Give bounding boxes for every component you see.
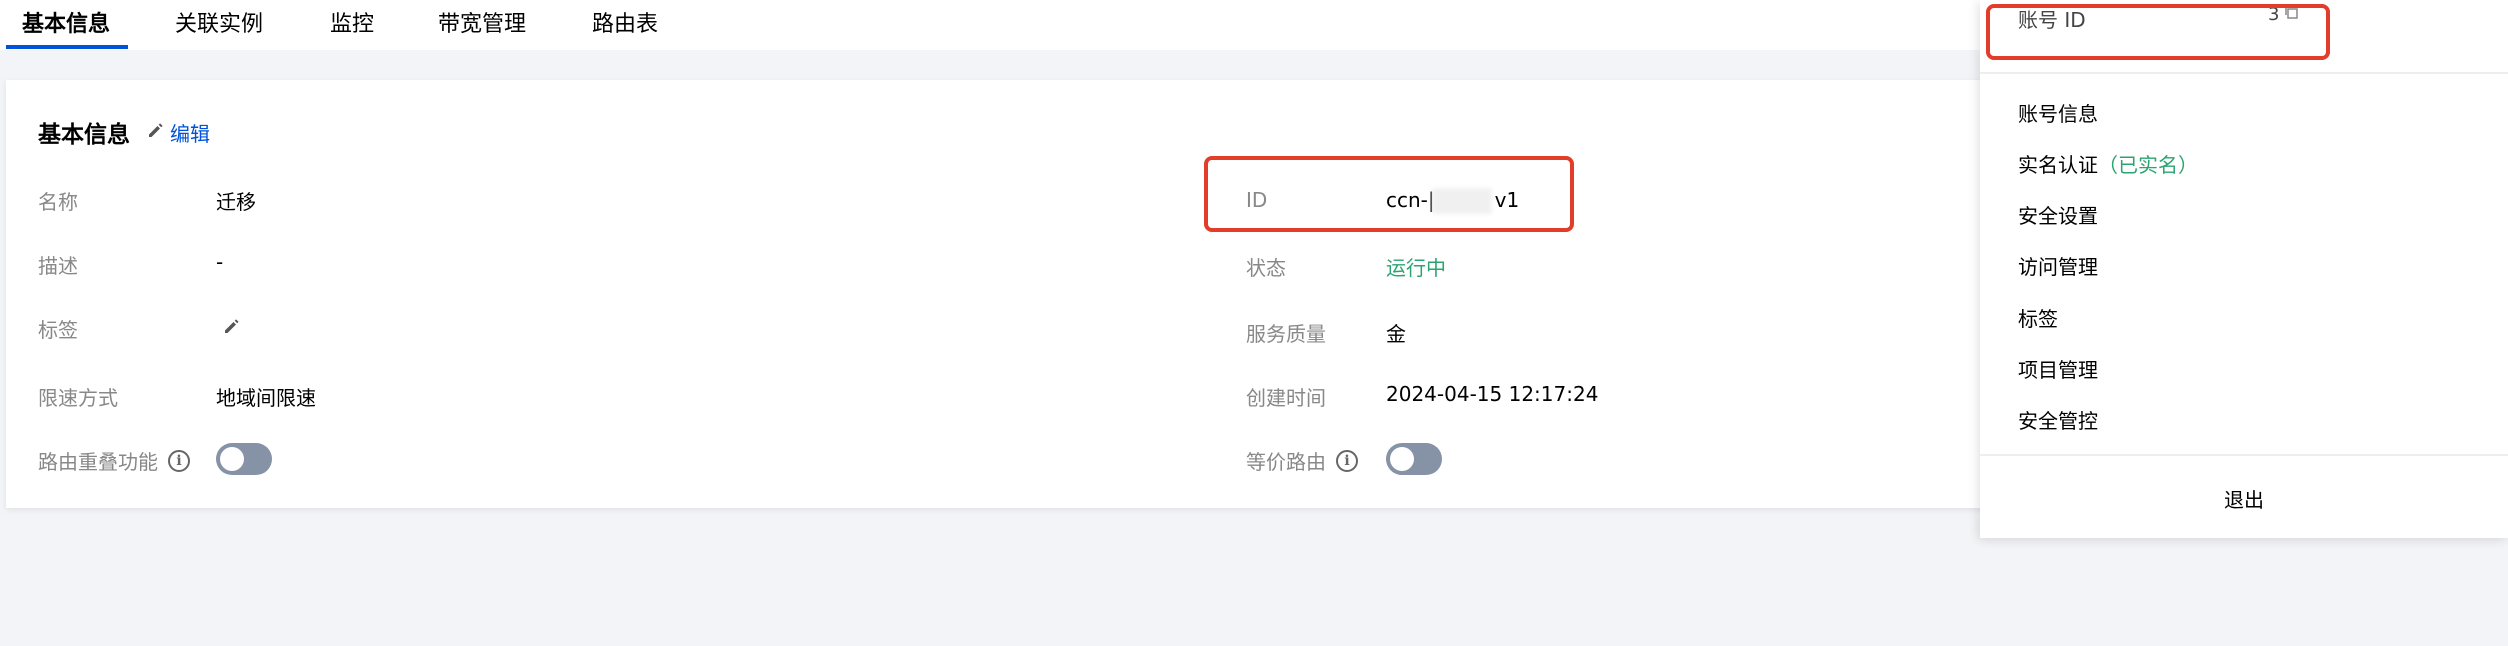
name-label: 名称 [38,190,78,214]
edit-label: 编辑 [170,121,210,146]
name-value: 迁移 [216,190,256,214]
tag-edit-icon[interactable] [222,316,242,340]
account-id-highlight-box [1986,4,2330,60]
pencil-icon [146,120,166,145]
basic-info-card [6,80,2066,508]
account-dropdown: 账号 ID 3 账号信息 实名认证（已实名） 安全设置 访问管理 标签 项目管理… [1980,0,2508,538]
created-time-value: 2024-04-15 12:17:24 [1386,382,1599,406]
qos-value: 金 [1386,322,1406,346]
real-name-label: 实名认证 [2018,153,2098,177]
menu-item-tags[interactable]: 标签 [2018,303,2058,332]
info-icon[interactable]: i [168,449,190,472]
rate-limit-label: 限速方式 [38,386,118,410]
tab-monitoring[interactable]: 监控 [330,0,374,48]
tab-route-table[interactable]: 路由表 [592,0,658,48]
route-overlap-toggle[interactable] [216,443,272,475]
dropdown-divider [1980,72,2508,74]
menu-item-security-control[interactable]: 安全管控 [2018,405,2098,434]
active-tab-indicator [6,45,128,49]
created-time-label: 创建时间 [1246,386,1326,410]
menu-item-security-settings[interactable]: 安全设置 [2018,200,2098,229]
status-value: 运行中 [1386,256,1446,280]
tab-basic-info[interactable]: 基本信息 [22,0,110,48]
menu-item-real-name[interactable]: 实名认证（已实名） [2018,149,2198,178]
toggle-knob [1390,447,1414,471]
ecmp-label: 等价路由 i [1246,446,1358,475]
description-label: 描述 [38,254,78,278]
ecmp-toggle[interactable] [1386,443,1442,475]
description-value: - [216,250,224,274]
id-highlight-box [1204,156,1574,232]
tab-bandwidth-management[interactable]: 带宽管理 [438,0,526,48]
ecmp-text: 等价路由 [1246,450,1326,474]
menu-item-project-management[interactable]: 项目管理 [2018,354,2098,383]
route-overlap-text: 路由重叠功能 [38,450,158,474]
route-overlap-label: 路由重叠功能 i [38,446,190,475]
verified-badge: （已实名） [2098,153,2198,177]
menu-item-access-management[interactable]: 访问管理 [2018,251,2098,280]
qos-label: 服务质量 [1246,322,1326,346]
tab-associated-instances[interactable]: 关联实例 [175,0,263,48]
rate-limit-value: 地域间限速 [216,386,316,410]
edit-button[interactable]: 编辑 [146,118,210,146]
info-icon[interactable]: i [1336,449,1358,472]
dropdown-divider [1980,454,2508,456]
menu-item-account-info[interactable]: 账号信息 [2018,98,2098,127]
section-title: 基本信息 [38,122,130,148]
status-label: 状态 [1246,256,1286,280]
toggle-knob [220,447,244,471]
tag-label: 标签 [38,318,78,342]
logout-button[interactable]: 退出 [1980,484,2508,513]
